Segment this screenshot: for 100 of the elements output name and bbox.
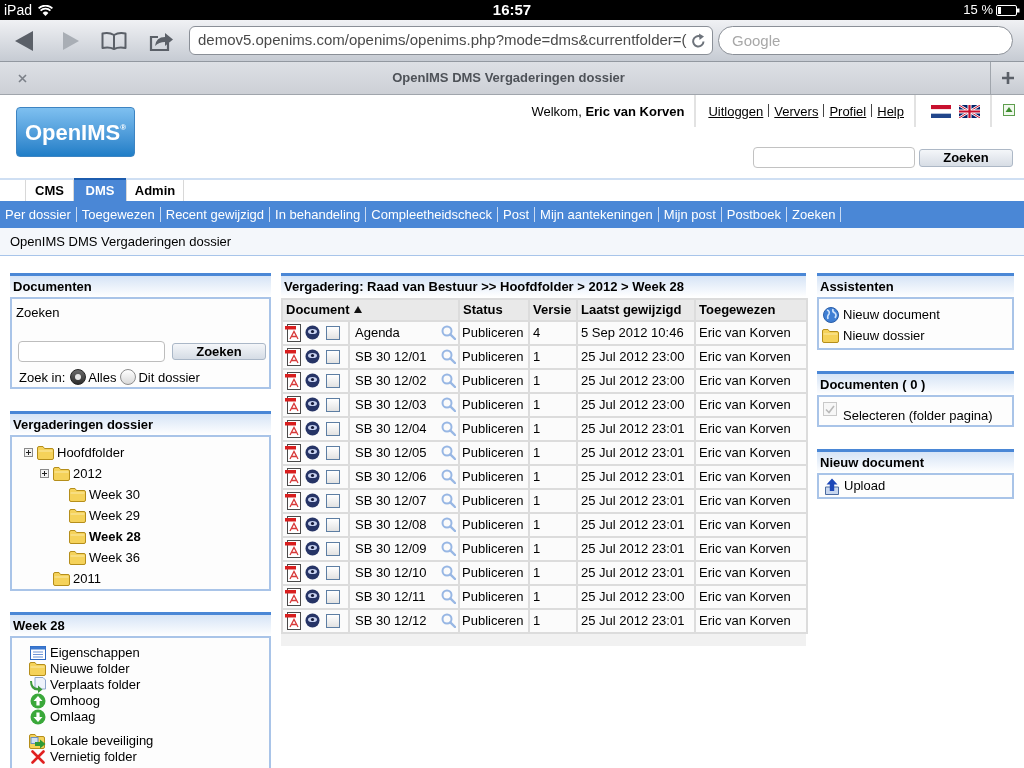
upload-link[interactable]: Upload: [844, 476, 886, 496]
nav-link[interactable]: Per dossier: [5, 204, 71, 225]
module-tab[interactable]: CMS: [25, 180, 74, 201]
nav-link[interactable]: Zoeken: [792, 204, 836, 225]
globe-icon: [822, 306, 839, 323]
eye-icon[interactable]: [305, 421, 320, 436]
header-link[interactable]: Ververs: [774, 102, 819, 122]
eye-icon[interactable]: [305, 493, 320, 508]
row-checkbox[interactable]: [326, 325, 340, 340]
new-tab-button[interactable]: [990, 62, 1024, 94]
eye-icon[interactable]: [305, 445, 320, 460]
row-checkbox[interactable]: [326, 469, 340, 484]
bookmarks-icon[interactable]: [101, 31, 127, 50]
assistant-link[interactable]: Nieuw document: [843, 304, 940, 325]
eye-icon[interactable]: [305, 565, 320, 580]
column-header[interactable]: Toegewezen: [695, 299, 807, 321]
nav-link[interactable]: Toegewezen: [81, 204, 155, 225]
search-field[interactable]: Google: [718, 26, 1013, 55]
folder-link[interactable]: 2012: [73, 463, 102, 484]
pdf-icon[interactable]: [285, 323, 301, 342]
collapse-icon[interactable]: [1003, 104, 1015, 116]
assistant-link[interactable]: Nieuw dossier: [843, 325, 925, 346]
nav-link[interactable]: Postboek: [726, 204, 782, 225]
folder-link[interactable]: Week 28: [89, 526, 141, 547]
folder-link[interactable]: Week 36: [89, 547, 141, 568]
folder-icon: [29, 662, 46, 676]
share-icon[interactable]: [149, 30, 174, 51]
pdf-icon[interactable]: [285, 419, 301, 438]
pdf-icon[interactable]: [285, 371, 301, 390]
pdf-icon[interactable]: [285, 443, 301, 462]
eye-icon[interactable]: [305, 373, 320, 388]
clock-time: 16:57: [492, 0, 532, 20]
eye-icon[interactable]: [305, 589, 320, 604]
eye-icon[interactable]: [305, 613, 320, 628]
cross-icon: [30, 750, 45, 764]
header-link[interactable]: Profiel: [829, 102, 867, 122]
british-flag-icon[interactable]: [959, 105, 980, 118]
back-icon[interactable]: [15, 30, 33, 51]
radio-button[interactable]: [70, 369, 87, 386]
module-tab[interactable]: Admin: [126, 180, 184, 201]
nav-link[interactable]: Post: [503, 204, 530, 225]
column-header[interactable]: Laatst gewijzigd: [577, 299, 695, 321]
column-header[interactable]: Document: [282, 299, 459, 321]
pdf-icon[interactable]: [285, 347, 301, 366]
nav-link[interactable]: Mijn aantekeningen: [540, 204, 653, 225]
table-cell: Eric van Korven: [695, 584, 807, 609]
browser-tab[interactable]: OpenIMS DMS Vergaderingen dossier: [0, 62, 990, 94]
row-checkbox[interactable]: [326, 445, 340, 460]
pdf-icon[interactable]: [285, 515, 301, 534]
folder-link[interactable]: Hoofdfolder: [57, 442, 125, 463]
close-icon[interactable]: [18, 73, 27, 83]
column-header[interactable]: Status: [459, 299, 529, 321]
nav-link[interactable]: Compleetheidscheck: [371, 204, 493, 225]
pdf-icon[interactable]: [285, 491, 301, 510]
row-checkbox[interactable]: [326, 589, 340, 604]
header-link[interactable]: Uitloggen: [708, 102, 764, 122]
eye-icon[interactable]: [305, 397, 320, 412]
column-header[interactable]: Versie: [529, 299, 577, 321]
eye-icon[interactable]: [305, 469, 320, 484]
expand-icon[interactable]: [40, 469, 49, 478]
pdf-icon[interactable]: [285, 563, 301, 582]
module-tab[interactable]: DMS: [74, 178, 126, 201]
row-checkbox[interactable]: [326, 541, 340, 556]
row-checkbox[interactable]: [326, 565, 340, 580]
eye-icon[interactable]: [305, 349, 320, 364]
row-checkbox[interactable]: [326, 517, 340, 532]
folder-link[interactable]: 2011: [73, 568, 101, 589]
pdf-icon[interactable]: [285, 587, 301, 606]
row-checkbox[interactable]: [326, 349, 340, 364]
row-checkbox[interactable]: [326, 613, 340, 628]
folder-link[interactable]: Week 29: [89, 505, 141, 526]
device-name: iPad: [4, 0, 33, 20]
header-search-field[interactable]: [753, 147, 915, 168]
radio-button[interactable]: [120, 369, 137, 386]
radio-label[interactable]: Alles: [88, 367, 117, 387]
nav-link[interactable]: In behandeling: [275, 204, 361, 225]
eye-icon[interactable]: [305, 517, 320, 532]
reload-icon[interactable]: [691, 32, 706, 49]
row-checkbox[interactable]: [326, 397, 340, 412]
url-field[interactable]: demov5.openims.com/openims/openims.php?mode=dms&currentfolder=(: [189, 26, 713, 55]
nav-link[interactable]: Recent gewijzigd: [165, 204, 265, 225]
dutch-flag-icon[interactable]: [931, 105, 951, 118]
document-search-field[interactable]: [18, 340, 165, 362]
expand-icon[interactable]: [24, 448, 33, 457]
pdf-icon[interactable]: [285, 395, 301, 414]
pdf-icon[interactable]: [285, 539, 301, 558]
pdf-icon[interactable]: [285, 611, 301, 630]
folder-link[interactable]: Week 30: [89, 484, 141, 505]
table-cell: Eric van Korven: [695, 344, 807, 369]
document-search-button[interactable]: Zoeken: [172, 342, 266, 360]
row-checkbox[interactable]: [326, 493, 340, 508]
eye-icon[interactable]: [305, 541, 320, 556]
header-search-button[interactable]: Zoeken: [919, 148, 1013, 167]
radio-label[interactable]: Dit dossier: [138, 367, 200, 387]
header-link[interactable]: Help: [877, 102, 904, 122]
row-checkbox[interactable]: [326, 421, 340, 436]
eye-icon[interactable]: [305, 325, 320, 340]
row-checkbox[interactable]: [326, 373, 340, 388]
pdf-icon[interactable]: [285, 467, 301, 486]
nav-link[interactable]: Mijn post: [663, 204, 716, 225]
